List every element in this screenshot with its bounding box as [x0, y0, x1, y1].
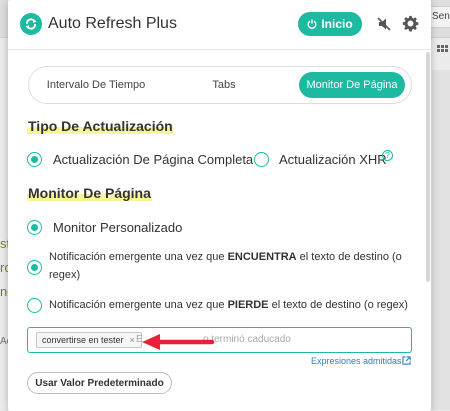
update-type-title: Tipo De Actualización [27, 118, 174, 134]
popup-scrollbar[interactable] [426, 52, 430, 282]
custom-monitor-radio[interactable] [27, 220, 42, 235]
power-icon [307, 19, 317, 29]
mute-icon[interactable] [376, 16, 392, 32]
target-text-input[interactable]: convertirse en tester × E o terminó cadu… [27, 327, 412, 353]
notify-found-label: Notificación emergente una vez que ENCUE… [49, 251, 402, 281]
target-tag-label: convertirse en tester [42, 335, 124, 345]
red-arrow-icon [142, 334, 215, 350]
full-page-radio[interactable] [27, 152, 42, 167]
tab-tabs[interactable]: Tabs [179, 72, 269, 98]
auto-refresh-popup: Auto Refresh Plus Inicio Intervalo De Ti… [8, 0, 431, 411]
refresh-logo-icon [20, 13, 42, 35]
notify-found-radio[interactable] [27, 260, 42, 275]
tab-time-interval[interactable]: Intervalo De Tiempo [37, 72, 155, 98]
start-button[interactable]: Inicio [298, 12, 362, 36]
notify-lost-label: Notificación emergente una vez que PIERD… [49, 299, 408, 311]
help-icon[interactable]: ? [382, 150, 393, 161]
popup-header: Auto Refresh Plus Inicio [8, 0, 431, 50]
full-page-label: Actualización De Página Completa [53, 152, 254, 167]
page-monitor-title: Monitor De Página [27, 185, 152, 201]
background-tab[interactable]: Sens [430, 6, 450, 28]
custom-monitor-label: Monitor Personalizado [53, 220, 183, 235]
start-button-label: Inicio [321, 17, 353, 31]
background-sidebar [432, 70, 450, 410]
tag-remove-icon[interactable]: × [130, 335, 135, 345]
notify-lost-radio[interactable] [27, 298, 42, 313]
apps-grid-icon[interactable] [437, 45, 449, 57]
use-default-button[interactable]: Usar Valor Predeterminado [27, 372, 172, 394]
mode-tabs: Intervalo De Tiempo Tabs Monitor De Pági… [28, 66, 412, 104]
external-link-icon[interactable] [402, 356, 411, 365]
xhr-radio[interactable] [254, 152, 269, 167]
xhr-label: Actualización XHR [279, 152, 387, 167]
gear-icon[interactable] [402, 15, 419, 32]
app-title: Auto Refresh Plus [48, 15, 177, 32]
tab-page-monitor[interactable]: Monitor De Página [299, 72, 405, 98]
target-tag: convertirse en tester × [36, 332, 142, 348]
regex-help-link[interactable]: Expresiones admitidas [311, 356, 402, 366]
